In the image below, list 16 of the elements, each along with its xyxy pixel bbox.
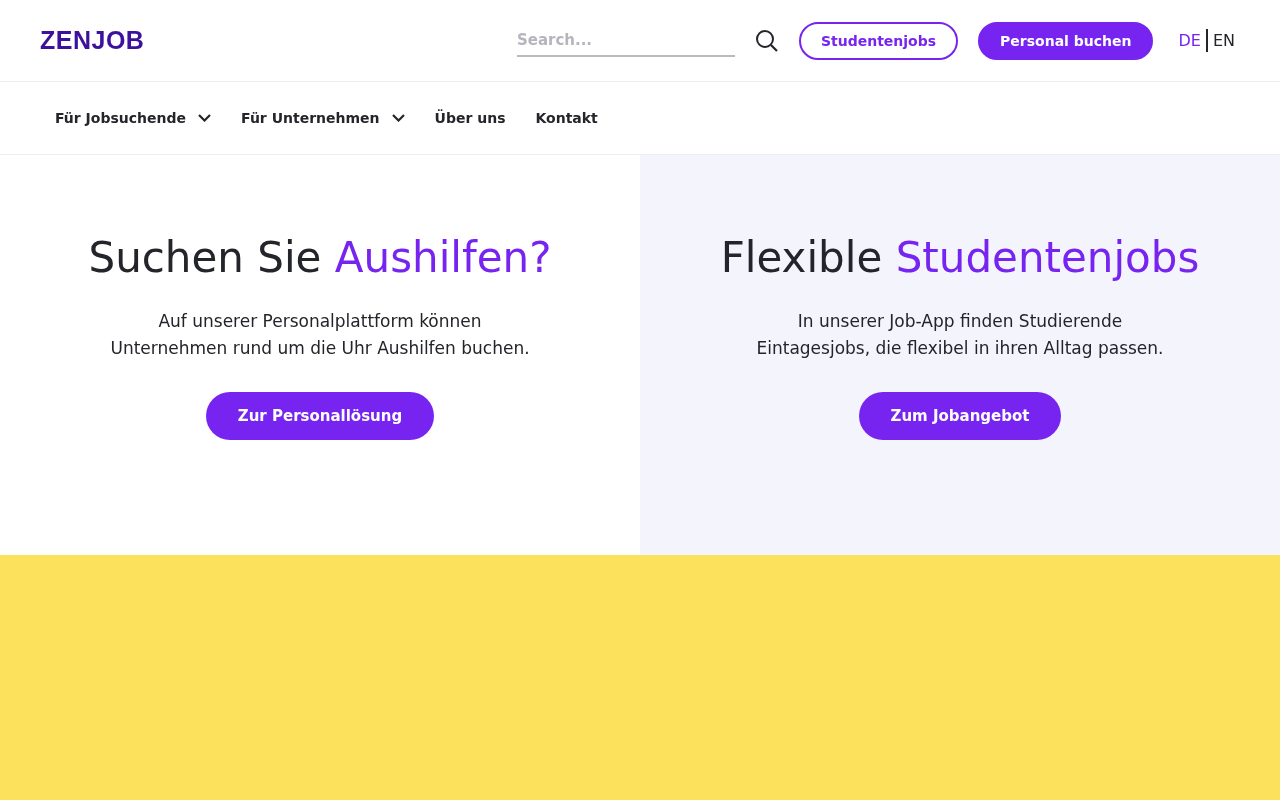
cta-button[interactable]: Zum Jobangebot — [858, 392, 1062, 440]
hero-heading: Suchen Sie Aushilfen? — [88, 233, 552, 282]
outline-button[interactable]: Studentenjobs — [798, 21, 959, 60]
logo[interactable]: ZENJOB — [40, 26, 145, 55]
language-link[interactable]: EN — [1207, 29, 1240, 52]
primary-button[interactable]: Personal buchen — [978, 21, 1154, 60]
hero-heading: Flexible Studentenjobs — [720, 233, 1200, 282]
language-link[interactable]: DE — [1173, 29, 1208, 52]
hero-text: In unserer Job-App finden Studierende Eintagesjobs, die flexibel in ihren Alltag passen. — [755, 310, 1165, 360]
nav-link[interactable]: Kontakt — [535, 110, 598, 126]
cta-button[interactable]: Zur Personallösung — [205, 392, 435, 440]
nav-link[interactable]: Für Jobsuchende — [55, 110, 211, 126]
nav-link[interactable]: Über uns — [434, 110, 506, 126]
search-icon[interactable] — [754, 28, 779, 53]
nav-link[interactable]: Für Unternehmen — [241, 110, 405, 126]
hero-text: Auf unserer Personalplattform können Unternehmen rund um die Uhr Aushilfen buchen. — [109, 310, 531, 360]
